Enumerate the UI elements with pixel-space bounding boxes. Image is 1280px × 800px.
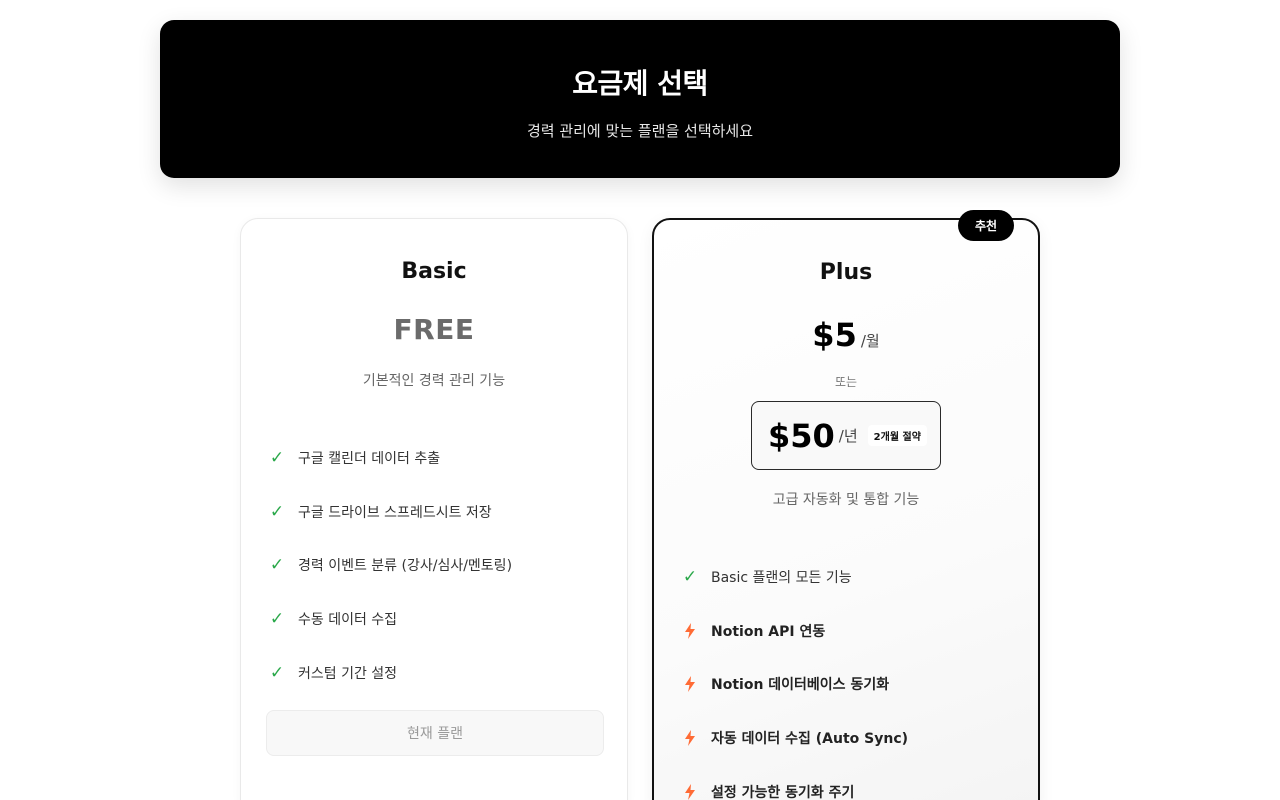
feature-label: 수동 데이터 수집	[298, 611, 398, 628]
yearly-save-badge: 2개월 절약	[867, 425, 927, 446]
current-plan-button[interactable]: 현재 플랜	[266, 710, 604, 756]
feature-label: 자동 데이터 수집 (Auto Sync)	[711, 730, 909, 747]
check-icon: ✓	[269, 662, 285, 683]
yearly-price-unit: /년	[838, 427, 858, 445]
check-icon: ✓	[269, 447, 285, 468]
feature-item: Notion 데이터베이스 동기화	[680, 657, 1018, 711]
monthly-price-unit: /월	[860, 332, 880, 350]
feature-label: Notion API 연동	[711, 623, 826, 640]
feature-list: ✓ 구글 캘린더 데이터 추출 ✓ 구글 드라이브 스프레드시트 저장 ✓ 경력…	[267, 431, 607, 699]
bolt-icon	[680, 783, 700, 800]
page-subtitle: 경력 관리에 맞는 플랜을 선택하세요	[526, 121, 754, 140]
bolt-icon	[680, 729, 700, 746]
monthly-price: $5 /월	[654, 316, 1038, 354]
yearly-price-box[interactable]: $50 /년 2개월 절약	[751, 401, 941, 470]
recommended-badge: 추천	[958, 210, 1014, 241]
check-icon: ✓	[269, 608, 285, 629]
plan-name: Plus	[819, 260, 873, 285]
feature-label: 경력 이벤트 분류 (강사/심사/멘토링)	[298, 558, 513, 575]
or-separator: 또는	[834, 375, 858, 389]
feature-label: Notion 데이터베이스 동기화	[711, 677, 890, 694]
feature-label: 구글 캘린더 데이터 추출	[298, 450, 441, 467]
feature-list: ✓ Basic 플랜의 모든 기능 Notion API 연동 Notion 데…	[680, 550, 1018, 800]
pricing-header: 요금제 선택 경력 관리에 맞는 플랜을 선택하세요	[160, 20, 1120, 178]
check-icon: ✓	[269, 555, 285, 576]
check-icon: ✓	[269, 501, 285, 522]
feature-label: 커스텀 기간 설정	[298, 665, 398, 682]
feature-item: ✓ 커스텀 기간 설정	[267, 646, 607, 700]
plan-name: Basic	[401, 259, 467, 284]
feature-label: 설정 가능한 동기화 주기	[711, 784, 855, 800]
feature-item: Notion API 연동	[680, 604, 1018, 658]
plan-card-basic: Basic FREE 기본적인 경력 관리 기능 ✓ 구글 캘린더 데이터 추출…	[240, 218, 628, 800]
plan-description: 기본적인 경력 관리 기능	[362, 373, 506, 389]
feature-label: 구글 드라이브 스프레드시트 저장	[298, 504, 492, 521]
pricing-page: 요금제 선택 경력 관리에 맞는 플랜을 선택하세요 Basic FREE 기본…	[0, 0, 1280, 800]
feature-item: ✓ 구글 드라이브 스프레드시트 저장	[267, 485, 607, 539]
bolt-icon	[680, 622, 700, 639]
feature-item: 설정 가능한 동기화 주기	[680, 765, 1018, 800]
check-icon: ✓	[682, 566, 698, 587]
feature-item: ✓ 수동 데이터 수집	[267, 592, 607, 646]
feature-item: ✓ 구글 캘린더 데이터 추출	[267, 431, 607, 485]
yearly-price-amount: $50	[768, 416, 835, 455]
feature-item: ✓ 경력 이벤트 분류 (강사/심사/멘토링)	[267, 538, 607, 592]
feature-item: 자동 데이터 수집 (Auto Sync)	[680, 711, 1018, 765]
feature-item: ✓ Basic 플랜의 모든 기능	[680, 550, 1018, 604]
plan-card-plus: 추천 Plus $5 /월 또는 $50 /년 2개월 절약 고급 자동화 및 …	[652, 210, 1040, 800]
page-title: 요금제 선택	[572, 66, 708, 100]
feature-label: Basic 플랜의 모든 기능	[711, 569, 852, 586]
bolt-icon	[680, 676, 700, 693]
monthly-price-amount: $5	[812, 316, 857, 354]
plan-price: FREE	[393, 313, 475, 346]
plan-description: 고급 자동화 및 통합 기능	[772, 492, 920, 508]
